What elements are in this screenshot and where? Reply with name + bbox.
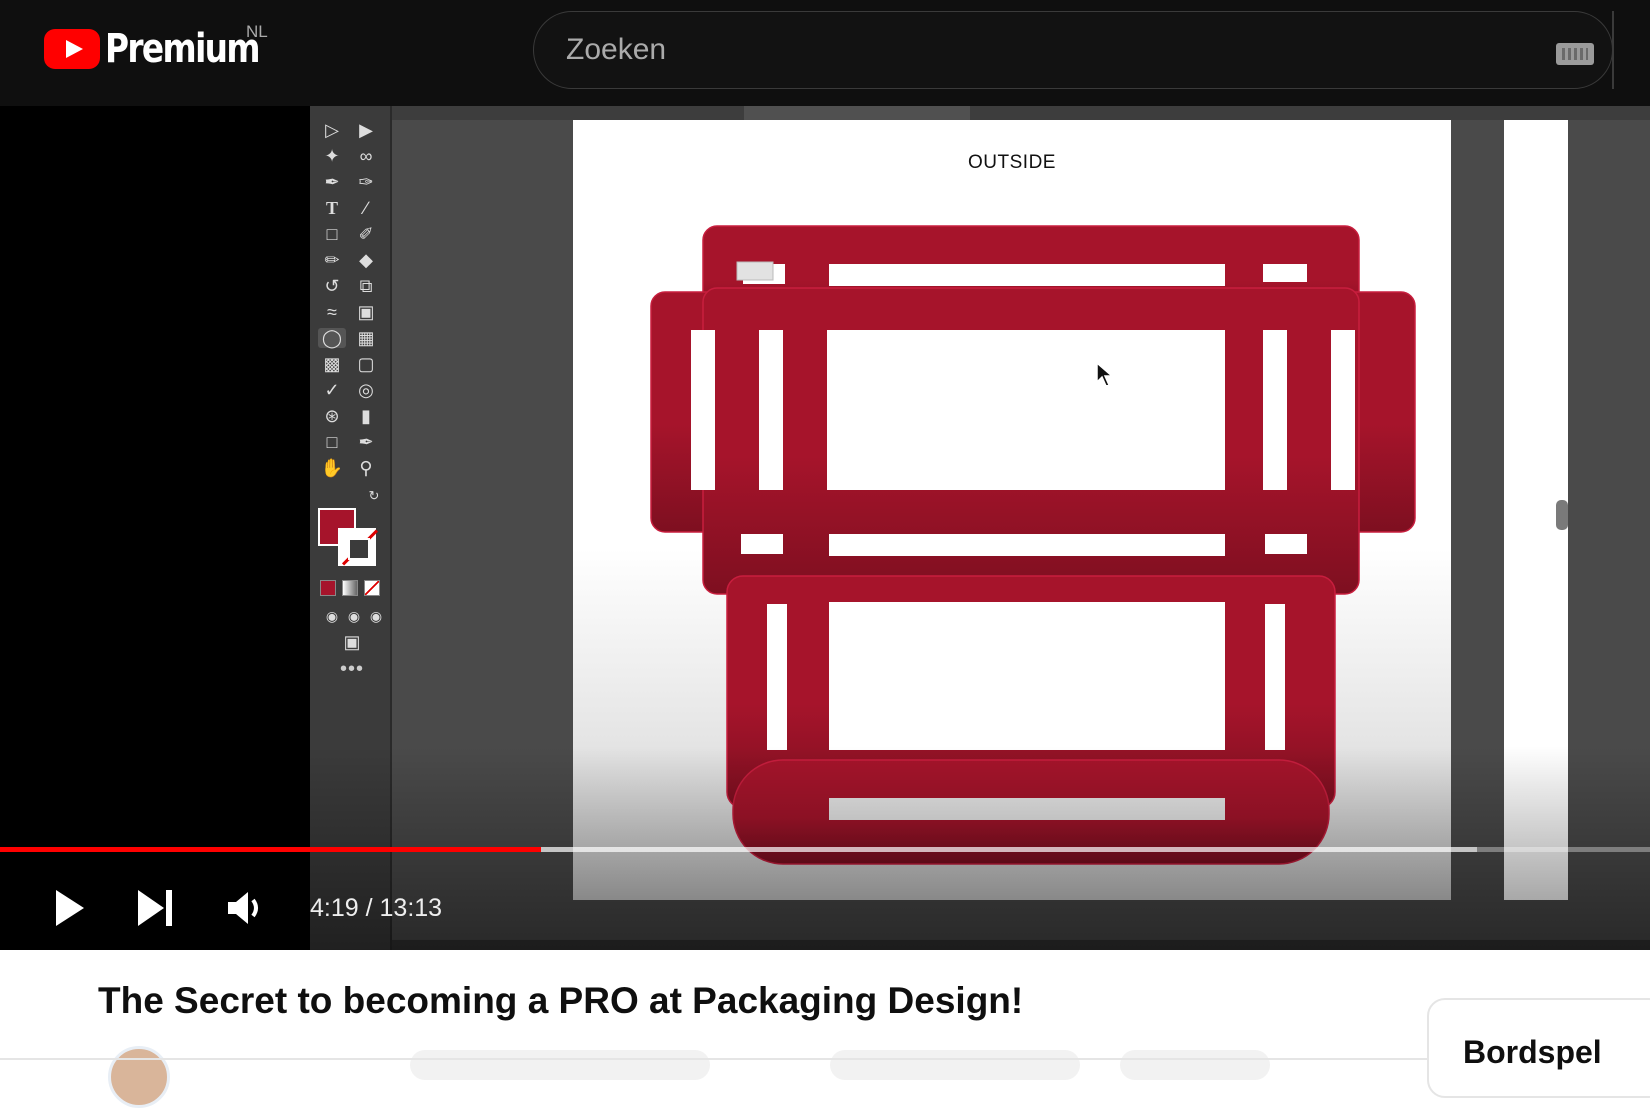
- window-mid-left: [741, 534, 783, 554]
- active-document-tab: [744, 106, 970, 120]
- width-tool-icon: ≈: [327, 302, 337, 322]
- skip-next-icon: [138, 890, 172, 926]
- artboard-tool-icon: □: [326, 432, 338, 452]
- line-tool-icon: ∕: [364, 198, 368, 218]
- recommendation-card[interactable]: Bordspel: [1427, 998, 1650, 1098]
- draw-behind-icon: ◉: [347, 608, 361, 624]
- direct-selection-tool-icon: ▶: [359, 120, 373, 140]
- draw-normal-icon: ◉: [325, 608, 339, 624]
- keyboard-icon[interactable]: [1556, 43, 1594, 65]
- time-display: 4:19 / 13:13: [310, 888, 442, 928]
- volume-icon: [228, 892, 258, 924]
- next-button[interactable]: [132, 884, 180, 932]
- rectangle-tool-icon: □: [326, 224, 338, 244]
- draw-inside-icon: ◉: [369, 608, 383, 624]
- pencil-tool-icon: ✏: [324, 250, 340, 270]
- brand-name: Premium: [105, 26, 261, 72]
- video-player[interactable]: ▷ ▶ ✦ ∞ ✒ ✑ T ∕ □ ✐ ✏ ◆ ↺ ⧉ ≈ ▣ ◯ ▦ ▩ ▢ …: [0, 106, 1650, 950]
- window-top-center: [829, 264, 1225, 286]
- mesh-tool-icon: ▩: [323, 354, 341, 374]
- top-bar: Premium NL: [0, 0, 1650, 106]
- mouse-cursor-icon: [1096, 362, 1115, 387]
- none-mode-button: [364, 580, 380, 596]
- document-tabs: [392, 106, 1650, 120]
- color-mode-button: [320, 580, 336, 596]
- search-divider: [1612, 11, 1614, 89]
- window-top-right: [1263, 264, 1307, 282]
- selection-marquee: [736, 261, 774, 281]
- channel-avatar[interactable]: [108, 1046, 170, 1108]
- divider: [0, 1058, 1650, 1060]
- current-time: 4:19: [310, 894, 359, 922]
- window-left-outer: [691, 330, 715, 490]
- window-mid-right: [1265, 534, 1307, 554]
- window-mid-center: [829, 534, 1225, 556]
- free-transform-tool-icon: ▣: [357, 302, 375, 322]
- video-title: The Secret to becoming a PRO at Packagin…: [98, 980, 1024, 1021]
- time-separator: /: [358, 894, 380, 922]
- progress-bar[interactable]: [0, 847, 1650, 852]
- youtube-play-logo-icon: [44, 29, 100, 69]
- window-right-outer: [1331, 330, 1355, 490]
- search-input[interactable]: [566, 30, 1466, 70]
- pen-tool-icon: ✒: [324, 172, 340, 192]
- progress-played: [0, 847, 542, 852]
- eraser-tool-icon: ◆: [359, 250, 373, 270]
- lasso-tool-icon: ∞: [359, 146, 373, 166]
- window-lower-center: [829, 602, 1225, 750]
- symbol-sprayer-tool-icon: ⊛: [324, 406, 340, 426]
- duration: 13:13: [379, 894, 443, 922]
- mute-button[interactable]: [222, 884, 270, 932]
- gradient-tool-icon: ▢: [357, 354, 375, 374]
- magic-wand-tool-icon: ✦: [324, 146, 340, 166]
- scale-tool-icon: ⧉: [359, 276, 373, 296]
- play-icon: [56, 890, 84, 926]
- stroke-color-swatch: [338, 528, 376, 566]
- zoom-tool-icon: ⚲: [359, 458, 373, 478]
- slice-tool-icon: ✒: [358, 432, 374, 452]
- window-lower-right: [1265, 604, 1285, 750]
- column-graph-tool-icon: ▮: [361, 406, 371, 426]
- swap-colors-icon: ↻: [368, 488, 380, 503]
- selection-tool-icon: ▷: [325, 120, 339, 140]
- recommendation-title: Bordspel: [1463, 1034, 1602, 1070]
- country-code: NL: [246, 22, 268, 41]
- canvas-scrollbar[interactable]: [1556, 500, 1568, 530]
- paintbrush-tool-icon: ✐: [358, 224, 374, 244]
- type-tool-icon: T: [325, 198, 338, 218]
- window-left-inner: [759, 330, 783, 490]
- window-center: [827, 330, 1225, 490]
- search-box: [533, 11, 1613, 89]
- window-lower-left: [767, 604, 787, 750]
- play-button[interactable]: [44, 884, 92, 932]
- perspective-grid-tool-icon: ▦: [357, 328, 375, 348]
- gradient-mode-button: [342, 580, 358, 596]
- hand-tool-icon: ✋: [320, 458, 344, 478]
- rotate-tool-icon: ↺: [324, 276, 340, 296]
- more-tools-icon: •••: [340, 658, 365, 680]
- curvature-tool-icon: ✑: [358, 172, 374, 192]
- screen-mode-icon: ▣: [343, 632, 361, 652]
- blend-tool-icon: ◎: [358, 380, 374, 400]
- window-right-inner: [1263, 330, 1287, 490]
- eyedropper-tool-icon: ✓: [324, 380, 340, 400]
- shape-builder-tool-icon: ◯: [318, 328, 346, 348]
